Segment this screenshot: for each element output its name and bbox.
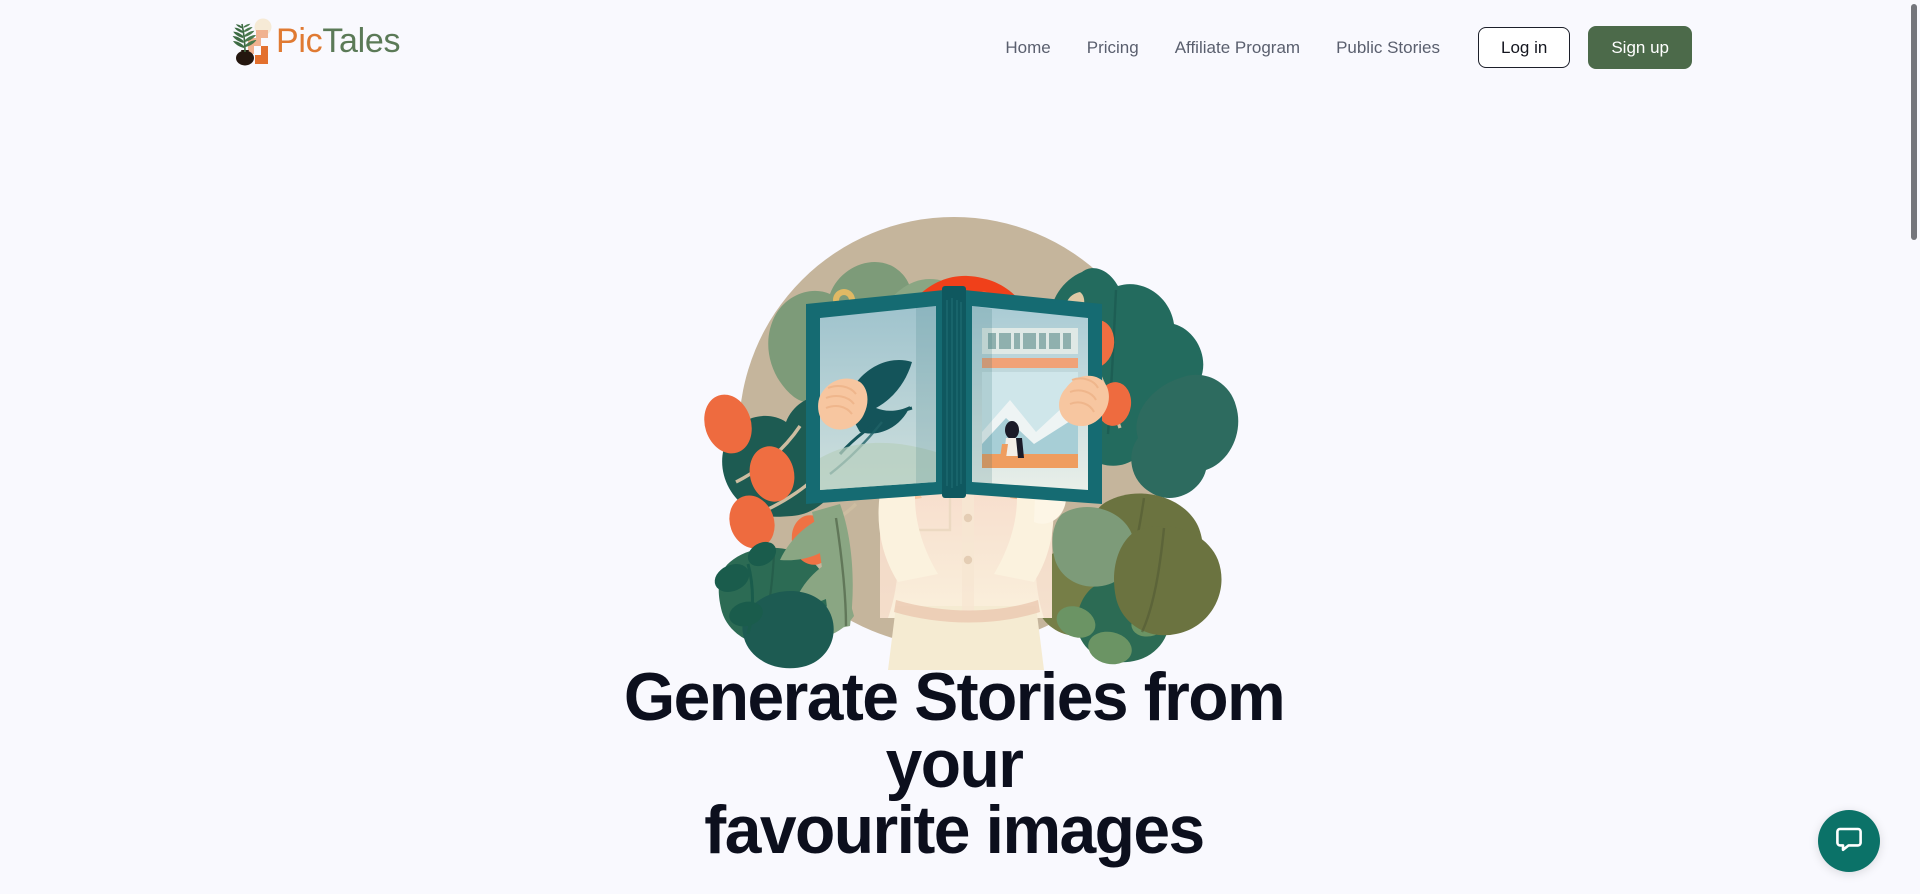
nav-item-affiliate-program[interactable]: Affiliate Program xyxy=(1157,33,1318,63)
hero-section: Generate Stories from your favourite ima… xyxy=(0,82,1908,894)
signup-button[interactable]: Sign up xyxy=(1588,26,1692,69)
chat-launcher-button[interactable] xyxy=(1818,810,1880,872)
nav-item-public-stories[interactable]: Public Stories xyxy=(1318,33,1458,63)
nav-item-pricing[interactable]: Pricing xyxy=(1069,33,1157,63)
main-navigation: Home Pricing Affiliate Program Public St… xyxy=(1005,26,1692,69)
logo-text-tales: Tales xyxy=(322,22,401,60)
logo-text-pic: Pic xyxy=(276,22,323,60)
hero-illustration xyxy=(644,182,1264,670)
page-title-line-1: Generate Stories from your xyxy=(623,659,1286,802)
login-button[interactable]: Log in xyxy=(1478,27,1571,68)
page-title-line-2: favourite images xyxy=(704,792,1205,869)
logo-link[interactable]: PicTales xyxy=(230,16,401,66)
logo-wordmark: PicTales xyxy=(276,22,401,60)
scrollbar-thumb[interactable] xyxy=(1911,4,1917,240)
site-header: PicTales Home Pricing Affiliate Program … xyxy=(0,0,1908,82)
nav-item-home[interactable]: Home xyxy=(1005,33,1068,63)
page-title: Generate Stories from your favourite ima… xyxy=(551,663,1356,864)
plant-in-vase-logo-icon xyxy=(230,16,274,66)
page-root: PicTales Home Pricing Affiliate Program … xyxy=(0,0,1920,894)
speech-bubble-icon xyxy=(1835,825,1863,858)
